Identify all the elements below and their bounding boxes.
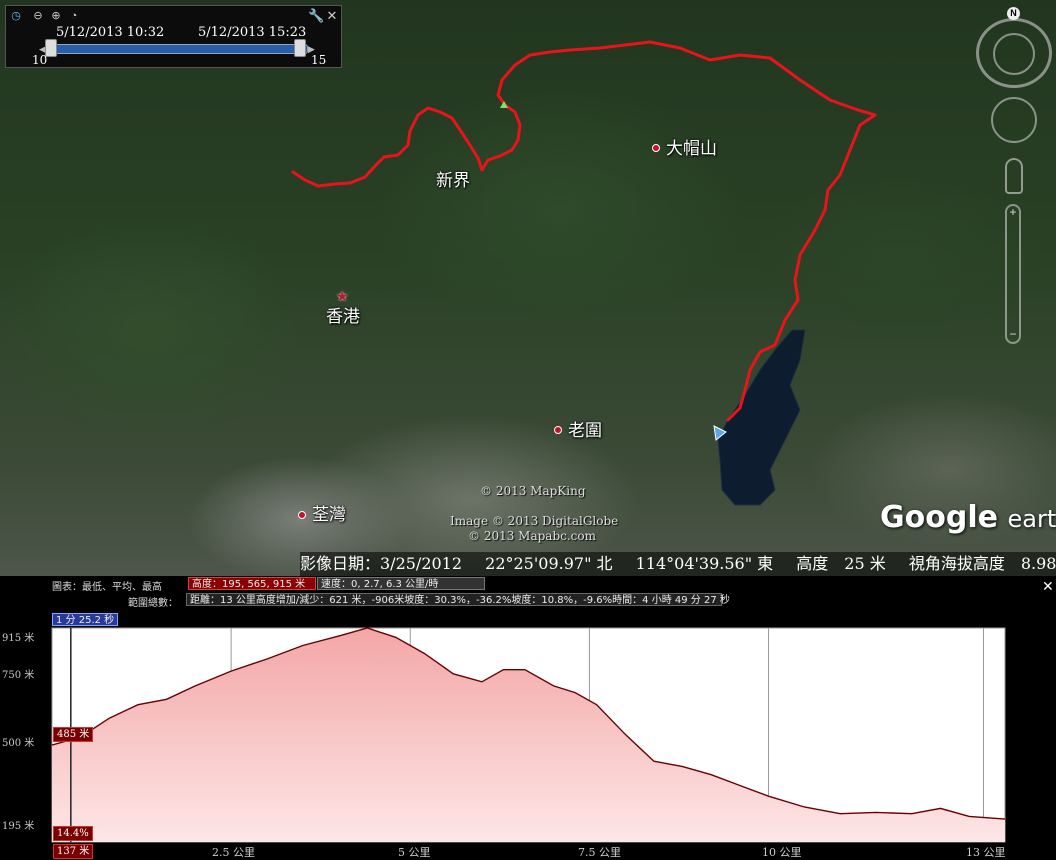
place-label-tsuen-wan[interactable]: 荃灣 [312, 500, 346, 525]
y-tick-label: 195 米 [2, 821, 35, 832]
move-joystick[interactable] [991, 97, 1037, 143]
zoom-in-icon[interactable]: + [1007, 206, 1019, 218]
place-label-hong-kong[interactable]: 香港 [326, 302, 360, 327]
x-tick-label: 2.5 公里 [212, 846, 255, 859]
latitude: 22°25'09.97" 北 [485, 554, 613, 573]
slider-max-label: 15 [311, 53, 327, 67]
north-icon[interactable]: N [1007, 7, 1020, 20]
wrench-icon[interactable]: 🔧 [308, 9, 324, 22]
status-bar: 影像日期：3/25/2012 22°25'09.97" 北 114°04'39.… [300, 552, 1056, 576]
time-slider-panel: ◷ ⊖ ⊕ ◔ 🔧 ✕ 5/12/2013 10:32 5/12/2013 15… [5, 5, 342, 68]
zoom-out-icon[interactable]: − [1007, 328, 1019, 340]
zoom-out-time-icon[interactable]: ⊖ [32, 10, 44, 22]
place-label-tai-mo-shan[interactable]: 大帽山 [666, 134, 717, 159]
x-tick-label: 5 公里 [398, 846, 431, 859]
zoom-in-time-icon[interactable]: ⊕ [50, 10, 62, 22]
copyright-digitalglobe: Image © 2013 DigitalGlobe [450, 514, 619, 528]
cursor-slope-tag: 14.4% [53, 826, 93, 841]
place-label-new-territories[interactable]: 新界 [436, 166, 470, 191]
clock-icon[interactable]: ◷ [10, 10, 22, 22]
x-tick-label: 7.5 公里 [578, 846, 621, 859]
place-dot-tai-mo-shan[interactable] [652, 144, 660, 152]
x-tick-label: 10 公里 [762, 846, 802, 859]
longitude: 114°04'39.56" 東 [635, 554, 774, 573]
cursor-elevation-tag: 485 米 [53, 727, 94, 742]
place-label-lo-wai[interactable]: 老圍 [568, 416, 602, 441]
play-icon[interactable]: ◔ [68, 10, 80, 22]
google-earth-logo: Google earth [880, 500, 1056, 535]
elevation-chart[interactable] [0, 576, 1056, 860]
slider-track[interactable] [50, 44, 308, 54]
eye-altitude: 視角海拔高度 8.98 公里 [908, 554, 1056, 573]
ground-elevation: 高度 25 米 [796, 554, 886, 573]
y-tick-label: 915 米 [2, 633, 35, 644]
slider-start-date: 5/12/2013 10:32 [56, 25, 165, 40]
y-tick-label: 500 米 [2, 738, 35, 749]
slider-end-date: 5/12/2013 15:23 [198, 25, 307, 40]
x-tick-label: 13 公里 [966, 846, 1006, 859]
street-view-pegman-icon[interactable] [1005, 158, 1023, 194]
cursor-distance-tag: 137 米 [53, 844, 94, 859]
map-view[interactable]: 大帽山 新界 ★ 香港 老圍 荃灣 © 2013 MapKing Image ©… [0, 0, 1056, 576]
slider-end-thumb[interactable] [294, 39, 306, 57]
slider-min-label: 10 [32, 53, 48, 67]
close-icon[interactable]: ✕ [326, 9, 338, 22]
place-dot-lo-wai[interactable] [554, 426, 562, 434]
imagery-date: 影像日期：3/25/2012 [300, 554, 463, 573]
y-tick-label: 750 米 [2, 670, 35, 681]
copyright-mapabc: © 2013 Mapabc.com [468, 529, 596, 543]
copyright-mapking: © 2013 MapKing [480, 484, 586, 498]
look-joystick[interactable] [993, 33, 1035, 75]
elevation-profile-panel: ✕ 圖表：最低、平均、最高 高度：195, 565, 915 米 速度：0, 2… [0, 576, 1056, 860]
place-dot-tsuen-wan[interactable] [298, 511, 306, 519]
zoom-slider[interactable] [1005, 204, 1021, 344]
